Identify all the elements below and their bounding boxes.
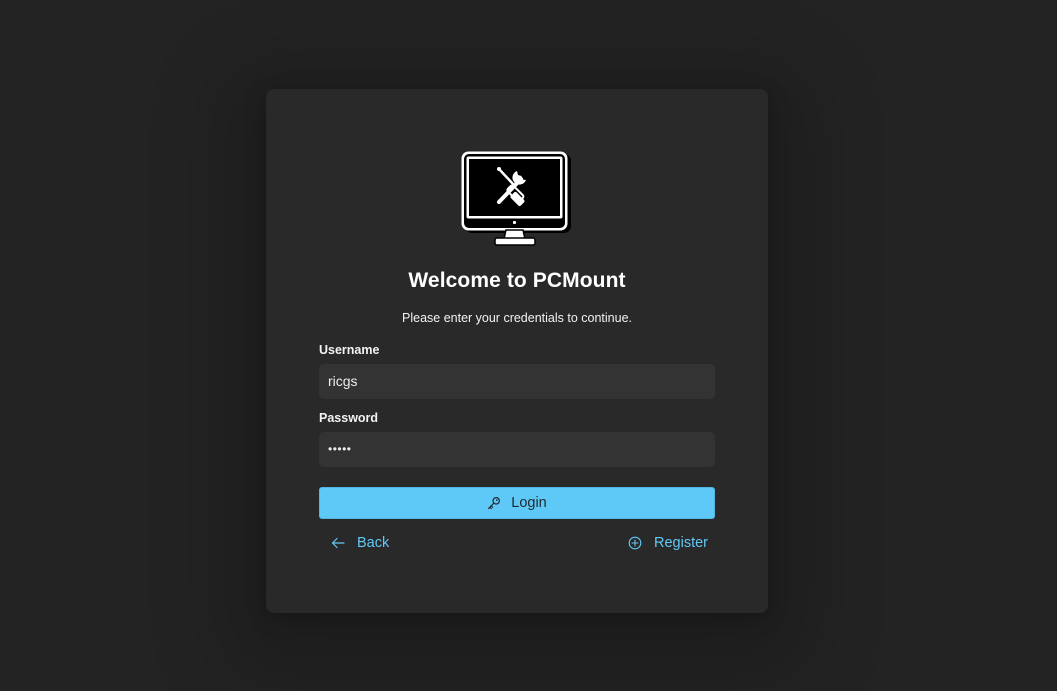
- monitor-with-tools-icon: [461, 151, 571, 246]
- username-label: Username: [319, 343, 380, 357]
- password-field[interactable]: •••••: [319, 432, 715, 467]
- login-button[interactable]: Login: [319, 487, 715, 519]
- key-icon: [488, 497, 501, 510]
- page-title: Welcome to PCMount: [408, 269, 626, 292]
- username-field[interactable]: ricgs: [319, 364, 715, 399]
- plus-circle-icon: [628, 536, 642, 550]
- password-label: Password: [319, 411, 379, 425]
- page-subtitle: Please enter your credentials to continu…: [402, 311, 632, 325]
- back-button[interactable]: Back: [331, 535, 389, 551]
- register-button-label: Register: [654, 535, 708, 551]
- back-button-label: Back: [357, 535, 390, 551]
- arrow-left-icon: [331, 537, 345, 549]
- login-button-label: Login: [511, 495, 547, 511]
- register-button[interactable]: Register: [628, 535, 708, 551]
- login-window: Welcome to PCMount Please enter your cre…: [0, 0, 1057, 691]
- login-card: Welcome to PCMount Please enter your cre…: [266, 89, 768, 613]
